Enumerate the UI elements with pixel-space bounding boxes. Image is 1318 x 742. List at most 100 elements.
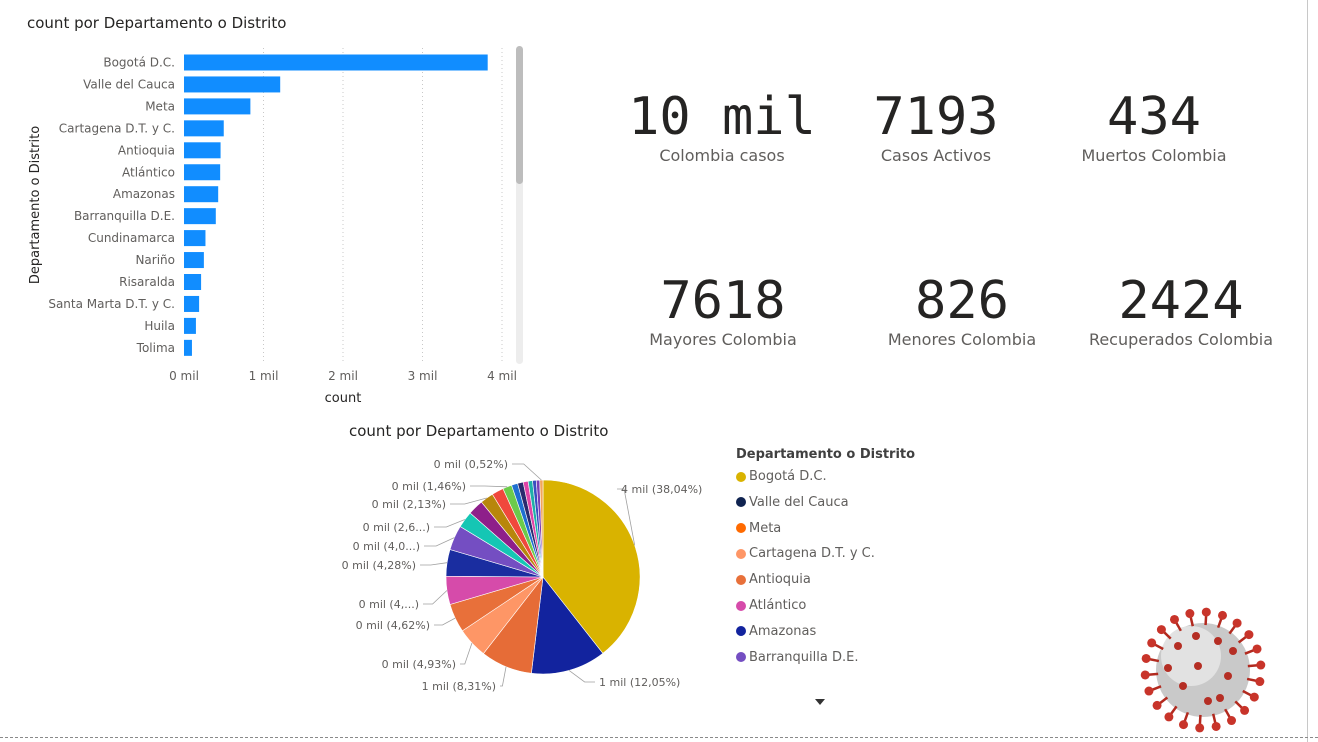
legend-swatch xyxy=(736,548,746,559)
pie-leader-line xyxy=(423,590,448,605)
virus-spike-tip xyxy=(1156,625,1166,635)
virus-spike-tip xyxy=(1174,642,1182,650)
bar-chart-title: count por Departamento o Distrito xyxy=(27,14,287,32)
card-value: 7618 xyxy=(660,271,786,331)
card-casos-activos[interactable]: 7193 Casos Activos xyxy=(836,88,1036,166)
virus-spike-tip xyxy=(1140,670,1150,680)
bar[interactable] xyxy=(184,54,488,71)
legend-swatch xyxy=(736,497,746,508)
legend-item[interactable]: Amazonas xyxy=(736,624,816,639)
bar-chart[interactable]: Bogotá D.C. Valle del Cauca Meta Cartagena … xyxy=(0,40,530,410)
pie-leader-line xyxy=(568,670,595,683)
card-label: Menores Colombia xyxy=(887,330,1037,349)
legend-item[interactable]: Antioquia xyxy=(736,572,811,587)
x-tick-label: 4 mil xyxy=(487,369,517,383)
legend-label: Antioquia xyxy=(749,572,811,588)
bar[interactable] xyxy=(184,186,219,203)
legend-item[interactable]: Atlántico xyxy=(736,598,806,613)
bar[interactable] xyxy=(184,208,216,225)
legend-swatch xyxy=(736,523,746,534)
card-menores[interactable]: 826 Menores Colombia xyxy=(862,272,1062,350)
bar-category-label: Bogotá D.C. xyxy=(103,56,175,70)
pie-data-label: 0 mil (2,6...) xyxy=(363,521,430,534)
virus-spike-tip xyxy=(1211,721,1221,731)
x-tick-label: 1 mil xyxy=(249,369,279,383)
pie-data-label: 0 mil (4,93%) xyxy=(382,658,456,671)
virus-spike-tip xyxy=(1256,660,1266,670)
bar[interactable] xyxy=(184,252,204,269)
bar-category-label: Barranquilla D.E. xyxy=(74,209,175,223)
virus-spike-tip xyxy=(1141,653,1151,663)
pie-leader-line xyxy=(460,642,473,665)
virus-spike-tip xyxy=(1164,664,1172,672)
pie-data-label: 0 mil (1,46%) xyxy=(392,480,466,493)
virus-spike-tip xyxy=(1179,682,1187,690)
pie-chart[interactable]: 4 mil (38,04%) 1 mil (12,05%) 1 mil (8,31%… xyxy=(340,445,720,705)
legend-item[interactable]: Bogotá D.C. xyxy=(736,469,827,484)
card-mayores[interactable]: 7618 Mayores Colombia xyxy=(623,272,823,350)
legend-item[interactable]: Cartagena D.T. y C. xyxy=(736,546,875,561)
legend-swatch xyxy=(736,600,746,611)
legend-item[interactable]: Barranquilla D.E. xyxy=(736,650,858,665)
x-axis-title: count xyxy=(325,391,362,406)
y-axis-title: Departamento o Distrito xyxy=(28,126,43,284)
legend-item[interactable]: Valle del Cauca xyxy=(736,495,849,510)
legend-label: Bogotá D.C. xyxy=(749,469,827,484)
virus-spike-tip xyxy=(1204,697,1212,705)
pie-data-label: 0 mil (4,62%) xyxy=(356,619,430,632)
bar-category-label: Cundinamarca xyxy=(88,231,175,245)
pie-data-label: 4 mil (38,04%) xyxy=(621,483,702,496)
virus-spike-tip xyxy=(1144,686,1154,696)
virus-spike-tip xyxy=(1224,672,1232,680)
x-tick-label: 0 mil xyxy=(169,369,199,383)
virus-spike-tip xyxy=(1252,644,1262,654)
bar-category-label: Santa Marta D.T. y C. xyxy=(48,297,175,311)
bar-category-label: Cartagena D.T. y C. xyxy=(59,121,175,135)
chevron-down-icon[interactable] xyxy=(815,699,825,705)
card-label: Casos Activos xyxy=(880,146,992,165)
card-muertos[interactable]: 434 Muertos Colombia xyxy=(1054,88,1254,166)
bar[interactable] xyxy=(184,164,221,181)
pie-data-label: 0 mil (4,28%) xyxy=(342,559,416,572)
card-value: 826 xyxy=(915,271,1009,331)
pie-data-label: 0 mil (2,13%) xyxy=(372,498,446,511)
virus-spike-tip xyxy=(1216,694,1224,702)
virus-spike-tip xyxy=(1152,700,1162,710)
canvas-bottom-border xyxy=(0,737,1318,738)
pie-leader-line xyxy=(500,666,507,687)
virus-spike-tip xyxy=(1201,607,1211,617)
virus-spike-tip xyxy=(1169,614,1179,624)
virus-spike-tip xyxy=(1249,692,1259,702)
bar-category-label: Risaralda xyxy=(119,275,175,289)
bar[interactable] xyxy=(184,142,221,159)
card-recuperados[interactable]: 2424 Recuperados Colombia xyxy=(1071,272,1291,350)
bar[interactable] xyxy=(184,339,192,356)
bar[interactable] xyxy=(184,274,202,290)
pie-data-label: 1 mil (12,05%) xyxy=(599,676,680,689)
card-label: Mayores Colombia xyxy=(649,330,797,349)
legend-label: Cartagena D.T. y C. xyxy=(749,546,875,562)
pie-data-label: 0 mil (4,0...) xyxy=(353,540,420,553)
card-value: 10 mil xyxy=(628,87,816,147)
virus-highlight xyxy=(1161,626,1221,686)
pie-leader-line xyxy=(420,562,448,566)
virus-spike-tip xyxy=(1244,630,1254,640)
canvas-right-border xyxy=(1307,0,1308,742)
pie-data-label: 0 mil (0,52%) xyxy=(434,458,508,471)
bar[interactable] xyxy=(184,98,251,115)
coronavirus-image xyxy=(1140,607,1266,733)
virus-spike-tip xyxy=(1227,716,1237,726)
legend-item[interactable]: Meta xyxy=(736,521,781,536)
bar[interactable] xyxy=(184,317,196,334)
card-value: 2424 xyxy=(1118,271,1244,331)
card-colombia-casos[interactable]: 10 mil Colombia casos xyxy=(622,88,822,166)
virus-spike-tip xyxy=(1194,662,1202,670)
bar[interactable] xyxy=(184,120,224,137)
bar-chart-scrollbar[interactable] xyxy=(516,46,523,184)
bar-category-label: Nariño xyxy=(135,253,175,267)
virus-spike-tip xyxy=(1147,638,1157,648)
bar[interactable] xyxy=(184,76,281,93)
pie-leader-line xyxy=(424,537,455,547)
bar[interactable] xyxy=(184,230,206,247)
bar[interactable] xyxy=(184,295,200,312)
